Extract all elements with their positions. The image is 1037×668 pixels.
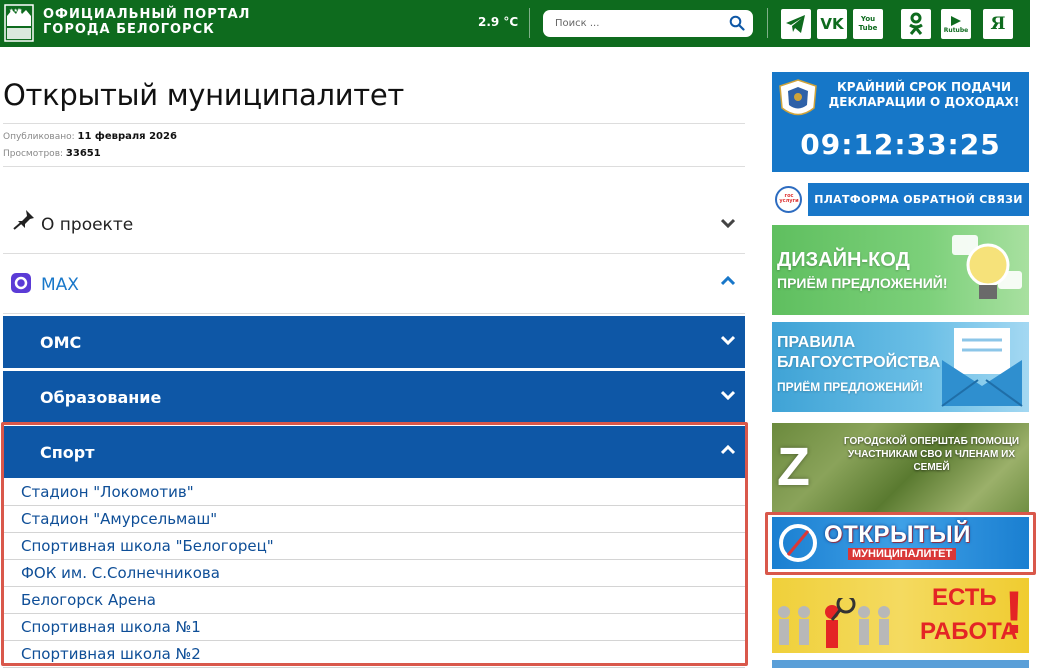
site-header: ★★★ ОФИЦИАЛЬНЫЙ ПОРТАЛ ГОРОДА БЕЛОГОРСК … — [0, 0, 1030, 47]
header-divider — [767, 8, 768, 38]
site-logo-text[interactable]: ОФИЦИАЛЬНЫЙ ПОРТАЛ ГОРОДА БЕЛОГОРСК — [43, 7, 250, 37]
design-line2: ПРИЁМ ПРЕДЛОЖЕНИЙ! — [777, 275, 948, 291]
highlight-frame-sport — [1, 422, 748, 666]
accordion-about[interactable]: О проекте — [3, 196, 745, 254]
svg-text:★★★: ★★★ — [9, 8, 23, 14]
telegram-icon[interactable] — [781, 9, 811, 39]
page-title: Открытый муниципалитет — [3, 78, 404, 112]
banner-jobs[interactable]: ЕСТЬ РАБОТА ! — [772, 578, 1029, 653]
published-date: 11 февраля 2026 — [77, 131, 177, 142]
rutube-icon[interactable]: Rutube — [941, 9, 971, 39]
deadline-text: КРАЙНИЙ СРОК ПОДАЧИ ДЕКЛАРАЦИИ О ДОХОДАХ… — [828, 80, 1020, 109]
odnoklassniki-icon[interactable] — [901, 9, 931, 39]
city-emblem-icon[interactable]: ★★★ — [4, 4, 34, 42]
header-divider — [529, 8, 530, 38]
banner-declaration-deadline[interactable]: КРАЙНИЙ СРОК ПОДАЧИ ДЕКЛАРАЦИИ О ДОХОДАХ… — [772, 72, 1029, 172]
job-line1: ЕСТЬ — [932, 584, 997, 611]
envelope-icon — [941, 328, 1023, 407]
published-info: Опубликовано: 11 февраля 2026 — [3, 131, 177, 142]
search-input[interactable] — [555, 15, 715, 32]
feedback-label: ПЛАТФОРМА ОБРАТНОЙ СВЯЗИ — [808, 183, 1029, 216]
chevron-down-icon — [721, 335, 735, 345]
temperature: 2.9 °C — [478, 15, 519, 29]
banner-next[interactable] — [772, 660, 1029, 668]
pin-icon — [13, 210, 34, 230]
divider — [3, 123, 745, 124]
z-symbol: Z — [777, 437, 810, 497]
deadline-countdown: 09:12:33:25 — [800, 128, 1001, 161]
chevron-down-icon — [721, 218, 735, 228]
tax-emblem-icon — [779, 79, 817, 116]
yandex-icon[interactable]: Я — [983, 9, 1013, 39]
lightbulb-icon — [952, 235, 1022, 299]
accordion-oms[interactable]: ОМС — [3, 316, 745, 368]
accordion-about-label: О проекте — [41, 215, 134, 235]
people-icon — [778, 598, 890, 648]
chevron-down-icon — [721, 390, 735, 400]
views-label: Просмотров: — [3, 149, 64, 159]
banner-design-code[interactable]: ДИЗАЙН-КОД ПРИЁМ ПРЕДЛОЖЕНИЙ! — [772, 225, 1029, 315]
search-box — [543, 10, 753, 37]
accordion-education-label: Образование — [40, 388, 162, 407]
design-line1: ДИЗАЙН-КОД — [777, 249, 910, 271]
logo-line1: ОФИЦИАЛЬНЫЙ ПОРТАЛ — [43, 7, 251, 22]
banner-svo-headquarters[interactable]: Z ГОРОДСКОЙ ОПЕРШТАБ ПОМОЩИ УЧАСТНИКАМ С… — [772, 423, 1029, 513]
accordion-max-label: MAX — [41, 275, 79, 295]
youtube-icon[interactable]: You Tube — [853, 9, 883, 39]
accordion-max[interactable]: MAX — [3, 256, 745, 314]
rules-line3: ПРИЁМ ПРЕДЛОЖЕНИЙ! — [777, 380, 924, 394]
accordion-education[interactable]: Образование — [3, 371, 745, 423]
svo-text: ГОРОДСКОЙ ОПЕРШТАБ ПОМОЩИ УЧАСТНИКАМ СВО… — [843, 436, 1020, 473]
views-count: 33651 — [65, 148, 101, 159]
chevron-up-icon — [721, 276, 735, 286]
rules-line1: ПРАВИЛА — [777, 334, 856, 351]
max-logo-icon — [11, 273, 31, 293]
accordion-oms-label: ОМС — [40, 333, 82, 352]
rules-line2: БЛАГОУСТРОЙСТВА — [777, 354, 941, 371]
vk-icon[interactable]: VK — [817, 9, 847, 39]
divider — [3, 166, 745, 167]
job-line2: РАБОТА — [920, 618, 1018, 645]
highlight-frame-open-municipality — [765, 512, 1036, 575]
published-label: Опубликовано: — [3, 132, 75, 142]
search-icon[interactable] — [729, 15, 745, 31]
views-info: Просмотров: 33651 — [3, 148, 101, 159]
gosuslugi-icon: гос услуги — [775, 186, 802, 213]
banner-feedback-platform[interactable]: гос услуги ПЛАТФОРМА ОБРАТНОЙ СВЯЗИ — [772, 183, 1029, 216]
banner-improvement-rules[interactable]: ПРАВИЛА БЛАГОУСТРОЙСТВА ПРИЁМ ПРЕДЛОЖЕНИ… — [772, 322, 1029, 412]
logo-line2: ГОРОДА БЕЛОГОРСК — [43, 22, 215, 37]
job-exclamation: ! — [1004, 579, 1024, 646]
